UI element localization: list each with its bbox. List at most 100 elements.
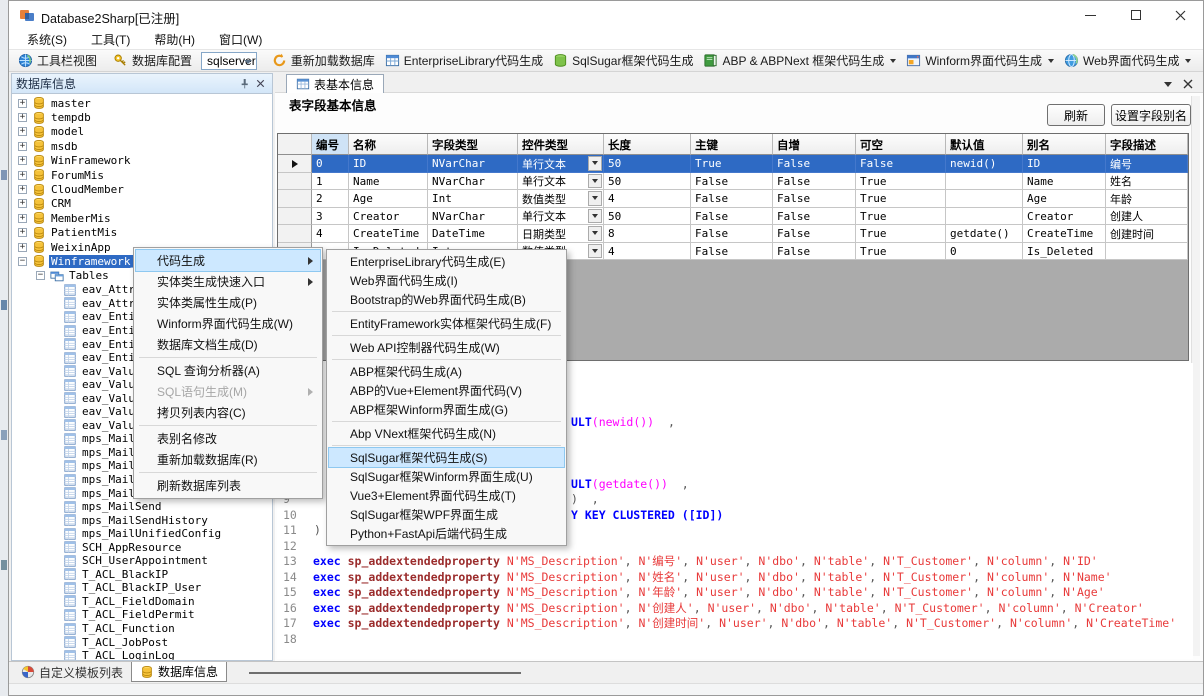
context-menu-item-0[interactable]: 代码生成 (136, 250, 320, 271)
submenu-item-4[interactable]: EntityFramework实体框架代码生成(F) (329, 314, 564, 333)
tab-table-basic-info[interactable]: 表基本信息 (286, 74, 384, 93)
context-menu-item-10[interactable]: 表别名修改 (136, 428, 320, 449)
expand-icon[interactable]: + (18, 156, 27, 165)
submenu-item-8[interactable]: ABP框架代码生成(A) (329, 362, 564, 381)
set-field-alias-button[interactable]: 设置字段别名 (1111, 104, 1191, 126)
combo-dropdown-button[interactable] (588, 244, 602, 259)
tree-db-item[interactable]: +ForumMis (12, 168, 272, 182)
expand-icon[interactable]: + (18, 185, 27, 194)
database-type-combo[interactable]: sqlserver (201, 52, 257, 70)
expand-icon[interactable]: + (18, 171, 27, 180)
tree-table-item[interactable]: SCH_UserAppointment (12, 554, 272, 568)
expand-icon[interactable]: + (18, 142, 27, 151)
combo-dropdown-button[interactable] (588, 191, 602, 206)
grid-cell[interactable]: 年龄 (1106, 190, 1188, 208)
grid-cell[interactable]: 4 (604, 190, 691, 208)
tree-table-item[interactable]: mps_MailUnifiedConfig (12, 527, 272, 541)
grid-column-header[interactable]: 字段类型 (428, 134, 518, 155)
tree-db-item[interactable]: +model (12, 125, 272, 139)
grid-cell[interactable]: 0 (946, 243, 1023, 261)
tree-table-item[interactable]: mps_MailSendHistory (12, 513, 272, 527)
grid-row[interactable]: 4CreateTimeDateTime日期类型8FalseFalseTruege… (278, 225, 1188, 243)
submenu-item-15[interactable]: SqlSugar框架Winform界面生成(U) (329, 467, 564, 486)
expand-icon[interactable]: + (18, 228, 27, 237)
grid-column-header[interactable]: 长度 (604, 134, 691, 155)
tree-table-item[interactable]: T_ACL_BlackIP_User (12, 581, 272, 595)
combo-dropdown-button[interactable] (588, 174, 602, 189)
grid-cell[interactable]: Name (349, 173, 428, 191)
expand-icon[interactable]: + (18, 127, 27, 136)
submenu-item-12[interactable]: Abp VNext框架代码生成(N) (329, 424, 564, 443)
toolbar-button-web-globe[interactable]: Web界面代码生成 (1059, 51, 1196, 70)
context-menu-item-2[interactable]: 实体类属性生成(P) (136, 292, 320, 313)
submenu-item-17[interactable]: SqlSugar框架WPF界面生成 (329, 505, 564, 524)
grid-row[interactable]: 1NameNVarChar单行文本50FalseFalseTrueName姓名 (278, 173, 1188, 191)
grid-cell[interactable]: 日期类型 (518, 225, 604, 243)
panel-close-icon[interactable] (252, 76, 268, 91)
grid-cell[interactable]: getdate() (946, 225, 1023, 243)
tree-table-item[interactable]: T_ACL_FieldDomain (12, 595, 272, 609)
menubar-item-0[interactable]: 系统(S) (15, 29, 79, 50)
grid-cell[interactable]: Is_Deleted (1023, 243, 1106, 261)
grid-cell[interactable]: 8 (604, 225, 691, 243)
grid-cell[interactable]: newid() (946, 155, 1023, 173)
submenu-item-18[interactable]: Python+FastApi后端代码生成 (329, 524, 564, 543)
maximize-button[interactable] (1113, 1, 1158, 29)
bottom-tab-0[interactable]: 自定义模板列表 (13, 662, 131, 682)
tree-db-item[interactable]: +MemberMis (12, 211, 272, 225)
grid-cell[interactable]: Int (428, 190, 518, 208)
grid-cell[interactable]: False (773, 243, 856, 261)
expand-icon[interactable]: + (18, 199, 27, 208)
tree-db-item[interactable]: +CRM (12, 197, 272, 211)
grid-column-header[interactable]: 控件类型 (518, 134, 604, 155)
context-menu-item-6[interactable]: SQL 查询分析器(A) (136, 360, 320, 381)
grid-cell[interactable]: True (691, 155, 773, 173)
grid-cell[interactable]: 4 (604, 243, 691, 261)
tree-table-item[interactable]: SCH_AppResource (12, 540, 272, 554)
grid-column-header[interactable]: 可空 (856, 134, 946, 155)
grid-cell[interactable]: False (691, 243, 773, 261)
context-menu-item-4[interactable]: 数据库文档生成(D) (136, 334, 320, 355)
submenu-item-6[interactable]: Web API控制器代码生成(W) (329, 338, 564, 357)
expand-icon[interactable]: + (18, 214, 27, 223)
grid-cell[interactable]: 单行文本 (518, 173, 604, 191)
close-button[interactable] (1158, 1, 1203, 29)
grid-cell[interactable]: False (773, 173, 856, 191)
grid-cell[interactable]: True (856, 208, 946, 226)
grid-cell[interactable]: False (691, 190, 773, 208)
submenu-item-10[interactable]: ABP框架Winform界面生成(G) (329, 400, 564, 419)
collapse-icon[interactable]: − (36, 271, 45, 280)
grid-cell[interactable]: Creator (1023, 208, 1106, 226)
grid-cell[interactable]: 编号 (1106, 155, 1188, 173)
toolbar-button-reload[interactable]: 重新加载数据库 (267, 51, 380, 70)
grid-cell[interactable] (1106, 243, 1188, 261)
collapse-icon[interactable]: − (18, 257, 27, 266)
minimize-button[interactable] (1068, 1, 1113, 29)
grid-cell[interactable] (946, 173, 1023, 191)
grid-cell[interactable]: Name (1023, 173, 1106, 191)
tree-table-item[interactable]: T_ACL_LoginLog (12, 649, 272, 660)
grid-cell[interactable]: 姓名 (1106, 173, 1188, 191)
tree-db-item[interactable]: +CloudMember (12, 182, 272, 196)
tree-db-item[interactable]: +PatientMis (12, 226, 272, 240)
grid-row[interactable]: 3CreatorNVarChar单行文本50FalseFalseTrueCrea… (278, 208, 1188, 226)
grid-row-header[interactable] (278, 155, 312, 173)
grid-cell[interactable]: False (691, 225, 773, 243)
grid-column-header[interactable]: 名称 (349, 134, 428, 155)
grid-cell[interactable]: 1 (312, 173, 349, 191)
tab-close-icon[interactable] (1181, 77, 1195, 91)
refresh-button[interactable]: 刷新 (1047, 104, 1105, 126)
horizontal-scrollbar-thumb[interactable] (249, 672, 521, 674)
grid-cell[interactable]: False (691, 208, 773, 226)
menubar-item-2[interactable]: 帮助(H) (142, 29, 207, 50)
toolbar-button-green-db[interactable]: SqlSugar框架代码生成 (548, 51, 698, 70)
grid-cell[interactable]: 50 (604, 173, 691, 191)
grid-row[interactable]: 0IDNVarChar单行文本50TrueFalseFalsenewid()ID… (278, 155, 1188, 173)
tab-list-dropdown-icon[interactable] (1161, 77, 1175, 91)
grid-cell[interactable]: 单行文本 (518, 155, 604, 173)
grid-cell[interactable]: ID (1023, 155, 1106, 173)
expand-icon[interactable]: + (18, 99, 27, 108)
grid-cell[interactable]: 4 (312, 225, 349, 243)
grid-cell[interactable]: 创建人 (1106, 208, 1188, 226)
tree-table-item[interactable]: T_ACL_FieldPermit (12, 608, 272, 622)
